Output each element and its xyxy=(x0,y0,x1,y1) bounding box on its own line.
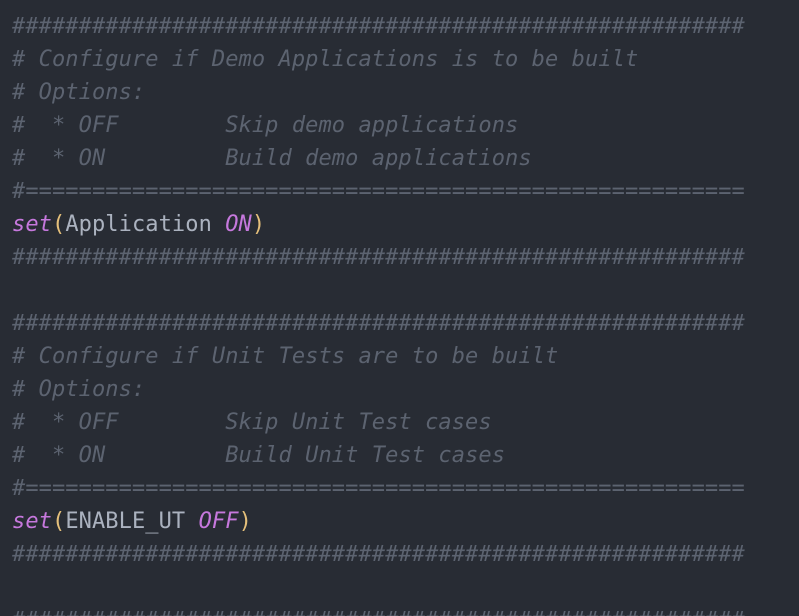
variable-value: OFF xyxy=(198,509,239,534)
comment-options-label: # Options: xyxy=(12,377,146,402)
comment-title-unit-tests: # Configure if Unit Tests are to be buil… xyxy=(12,344,559,369)
variable-name: Application xyxy=(65,212,226,237)
set-keyword: set xyxy=(12,212,52,237)
close-paren: ) xyxy=(251,212,266,237)
comment-hash-line: ########################################… xyxy=(12,311,745,336)
open-paren: ( xyxy=(51,509,66,534)
variable-value: ON xyxy=(225,212,252,237)
comment-option-off: # * OFF Skip Unit Test cases xyxy=(12,410,492,435)
set-enable-ut-statement: set(ENABLE_UT OFF) xyxy=(12,505,252,538)
comment-option-off: # * OFF Skip demo applications xyxy=(12,113,519,138)
comment-hash-line: ########################################… xyxy=(12,604,745,616)
comment-hash-line: ########################################… xyxy=(12,542,745,567)
set-keyword: set xyxy=(12,509,52,534)
comment-option-on: # * ON Build Unit Test cases xyxy=(12,443,506,468)
comment-option-on: # * ON Build demo applications xyxy=(12,146,532,171)
comment-options-label: # Options: xyxy=(12,80,146,105)
comment-hash-line: ########################################… xyxy=(12,245,745,270)
comment-title-demo-apps: # Configure if Demo Applications is to b… xyxy=(12,47,639,72)
comment-hash-line: ########################################… xyxy=(12,14,745,39)
comment-separator-line: #=======================================… xyxy=(12,179,745,204)
set-application-statement: set(Application ON) xyxy=(12,208,265,241)
code-editor[interactable]: ########################################… xyxy=(0,0,799,616)
open-paren: ( xyxy=(51,212,66,237)
variable-name: ENABLE_UT xyxy=(65,509,199,534)
close-paren: ) xyxy=(238,509,252,534)
comment-separator-line: #=======================================… xyxy=(12,476,745,501)
